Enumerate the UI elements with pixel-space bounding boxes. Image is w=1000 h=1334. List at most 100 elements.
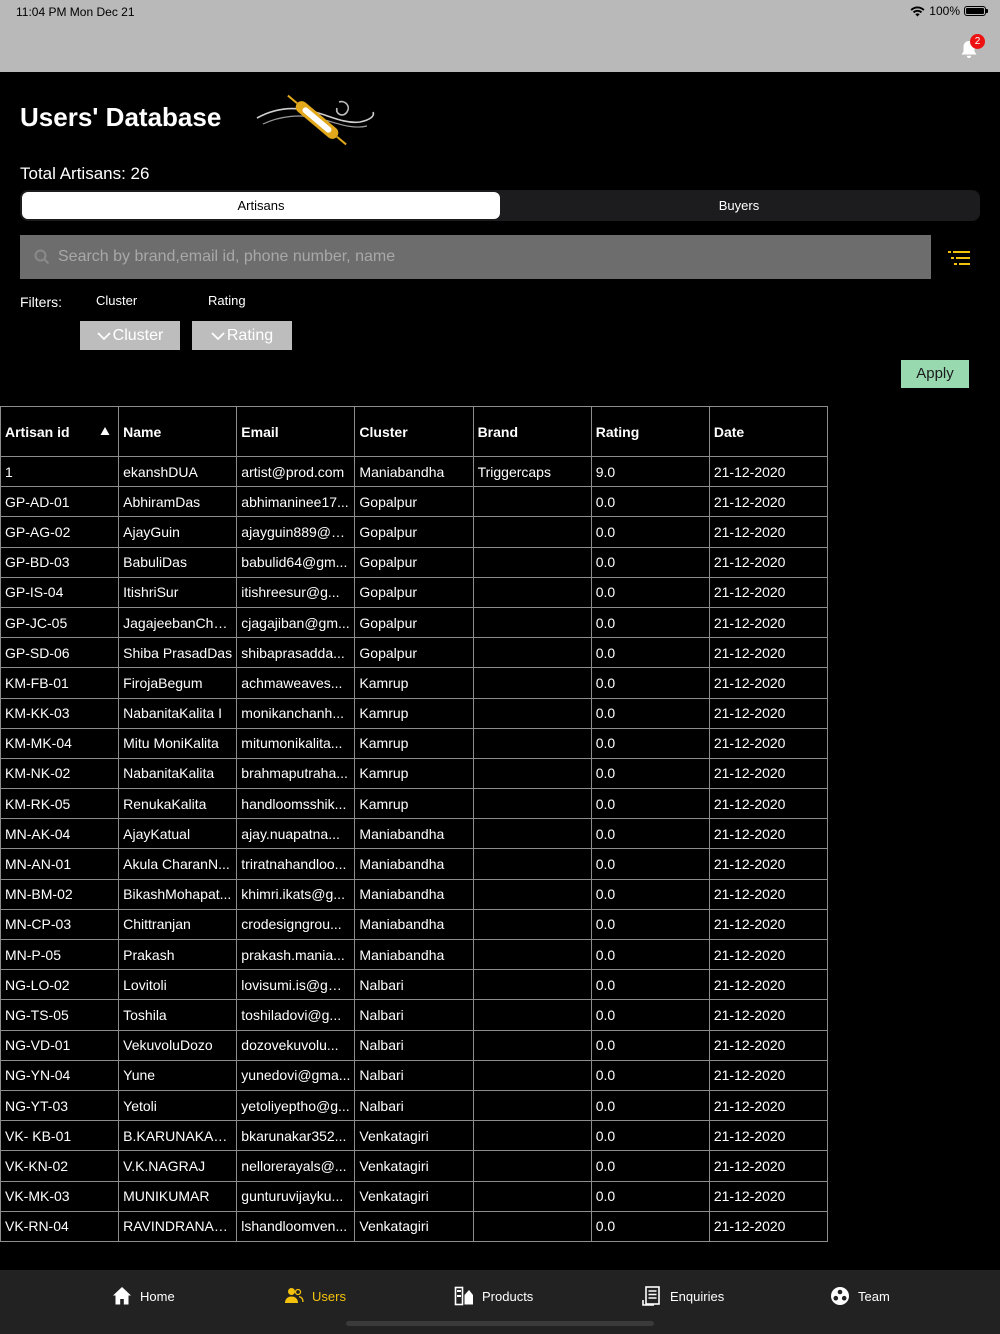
filter-list-icon[interactable] (948, 250, 970, 266)
cell-email: brahmaputraha... (236, 757, 356, 790)
cell-artisan-id: MN-AK-04 (0, 818, 120, 850)
table-row[interactable]: NG-LO-02 Lovitoli lovisumi.is@gm... Nalbari… (0, 969, 829, 1001)
tab-enquiries[interactable]: Enquiries (642, 1286, 724, 1306)
cell-rating: 9.0 (590, 455, 710, 488)
cell-email: dozovekuvolu... (236, 1029, 356, 1061)
cell-name: Shiba PrasadDas (118, 637, 238, 669)
table-row[interactable]: GP-SD-06 Shiba PrasadDas shibaprasadda... G… (0, 637, 829, 669)
rating-dropdown-value: Rating (226, 327, 274, 344)
cell-date: 21-12-2020 (708, 455, 829, 488)
table-row[interactable]: MN-CP-03 Chittranjan crodesigngrou... Mania… (0, 908, 829, 941)
shuttle-logo-icon (256, 94, 375, 146)
column-header-artisan-id[interactable]: Artisan id (0, 406, 120, 457)
table-row[interactable]: NG-YT-03 Yetoli yetoliyeptho@g... Nalbari 0.… (0, 1089, 829, 1122)
table-header-row: Artisan id Name Email Cluster Brand Rati… (0, 406, 829, 457)
table-row[interactable]: MN-P-05 Prakash prakash.mania... Maniabandh… (0, 938, 829, 971)
cell-name: Yetoli (118, 1089, 238, 1122)
table-row[interactable]: VK-KN-02 V.K.NAGRAJ nellorerayals@... Venka… (0, 1150, 829, 1182)
tab-label: Enquiries (670, 1288, 725, 1304)
rating-dropdown[interactable]: Rating (192, 321, 292, 350)
battery-percent: 100% (929, 4, 960, 18)
cell-rating: 0.0 (590, 1029, 710, 1061)
column-header-name[interactable]: Name (118, 406, 238, 457)
tab-artisans[interactable]: Artisans (22, 192, 500, 219)
table-row[interactable]: VK-MK-03 MUNIKUMAR gunturuvijayku... Venkat… (0, 1180, 829, 1212)
cell-date: 21-12-2020 (708, 788, 829, 820)
table-row[interactable]: KM-FB-01 FirojaBegum achmaweaves... Kamrup 0… (0, 667, 829, 699)
cell-email: crodesigngrou... (236, 908, 356, 941)
cell-artisan-id: KM-MK-04 (0, 727, 120, 759)
table-row[interactable]: NG-VD-01 VekuvoluDozo dozovekuvolu... Nalb… (0, 1029, 829, 1061)
apply-button[interactable]: Apply (901, 360, 969, 388)
cell-cluster: Kamrup (354, 788, 474, 820)
column-header-brand[interactable]: Brand (472, 406, 592, 457)
cell-email: shibaprasadda... (236, 637, 356, 669)
table-row[interactable]: GP-JC-05 JagajeebanCha... cjagajiban@gm...… (0, 606, 829, 639)
table-row[interactable]: KM-MK-04 Mitu MoniKalita mitumonikalita...… (0, 727, 829, 759)
cell-name: ItishriSur (118, 576, 238, 608)
table-row[interactable]: GP-AD-01 AbhiramDas abhimaninee17... Gopalp… (0, 486, 829, 518)
tab-products[interactable]: Products (454, 1286, 533, 1306)
cell-brand (472, 667, 592, 699)
cell-date: 21-12-2020 (708, 1059, 829, 1091)
cell-date: 21-12-2020 (708, 606, 829, 639)
cell-artisan-id: MN-AN-01 (0, 848, 120, 880)
table-row[interactable]: GP-BD-03 BabuliDas babulid64@gm... Gopalpur… (0, 546, 829, 578)
cell-brand (472, 576, 592, 608)
column-header-label: Brand (477, 423, 519, 440)
table-row[interactable]: MN-BM-02 BikashMohapat... khimri.ikats@g..… (0, 878, 829, 910)
table-body: 1 ekanshDUA artist@prod.com Maniabandha Trig… (0, 455, 829, 1242)
table-row[interactable]: GP-IS-04 ItishriSur itishreesur@g... Gopalp… (0, 576, 829, 608)
cell-name: Lovitoli (118, 969, 238, 1001)
table-row[interactable]: KM-KK-03 NabanitaKalita Imonikanchanh... K… (0, 697, 829, 729)
table-row[interactable]: MN-AN-01 Akula CharanN... triratnahandloo.… (0, 848, 829, 880)
cell-artisan-id: NG-TS-05 (0, 999, 120, 1031)
table-row[interactable]: NG-TS-05 Toshila toshiladovi@g... Nalbari 0.… (0, 999, 829, 1031)
users-icon (285, 1288, 304, 1303)
cell-cluster: Nalbari (354, 1059, 474, 1091)
cell-artisan-id: GP-AG-02 (0, 516, 120, 548)
chevron-down-icon (97, 331, 111, 340)
total-artisans-count: Total Artisans: 26 (20, 164, 150, 183)
cell-email: khimri.ikats@g... (236, 878, 356, 910)
table-row[interactable]: NG-YN-04 Yune yunedovi@gma... Nalbari 0.0 21-… (0, 1059, 829, 1091)
cell-artisan-id: NG-VD-01 (0, 1029, 120, 1061)
column-header-date[interactable]: Date (708, 406, 829, 457)
column-header-cluster[interactable]: Cluster (354, 406, 474, 457)
table-row[interactable]: KM-NK-02 NabanitaKalita brahmaputraha... Ka… (0, 757, 829, 790)
cluster-dropdown[interactable]: Cluster (80, 321, 180, 350)
cell-name: BikashMohapat... (118, 878, 238, 910)
cell-artisan-id: MN-P-05 (0, 938, 120, 971)
cell-name: MUNIKUMAR (118, 1180, 238, 1212)
cell-brand (472, 878, 592, 910)
cell-brand (472, 999, 592, 1031)
table-row[interactable]: VK-RN-04 RAVINDRANALLI lshandloomven... Ven… (0, 1210, 829, 1242)
cell-name: JagajeebanCha... (118, 606, 238, 639)
tab-users[interactable]: Users (284, 1286, 346, 1306)
cell-rating: 0.0 (590, 818, 710, 850)
cell-brand (472, 1210, 592, 1242)
table-row[interactable]: VK- KB-01 B.KARUNAKAR... bkarunakar352... V… (0, 1120, 829, 1152)
cell-email: mitumonikalita... (236, 727, 356, 759)
cell-cluster: Venkatagiri (354, 1180, 474, 1212)
column-header-rating[interactable]: Rating (590, 406, 710, 457)
cell-date: 21-12-2020 (708, 848, 829, 880)
cell-artisan-id: NG-LO-02 (0, 969, 120, 1001)
tab-buyers[interactable]: Buyers (500, 192, 978, 219)
cell-rating: 0.0 (590, 727, 710, 759)
cell-rating: 0.0 (590, 1120, 710, 1152)
column-header-email[interactable]: Email (236, 406, 356, 457)
cell-date: 21-12-2020 (708, 1210, 829, 1242)
table-row[interactable]: KM-RK-05 RenukaKalita handloomsshik... Kamr… (0, 788, 829, 820)
products-icon (454, 1286, 473, 1306)
tab-home[interactable]: Home (112, 1286, 175, 1306)
tab-team[interactable]: Team (830, 1286, 890, 1306)
search-input[interactable] (56, 247, 931, 267)
cell-brand (472, 1029, 592, 1061)
cell-email: lshandloomven... (236, 1210, 356, 1242)
table-row[interactable]: 1 ekanshDUA artist@prod.com Maniabandha Trig… (0, 455, 829, 488)
table-row[interactable]: GP-AG-02 AjayGuin ajayguin889@g... Gopalpur… (0, 516, 829, 548)
cell-rating: 0.0 (590, 576, 710, 608)
table-row[interactable]: MN-AK-04 AjayKatual ajay.nuapatna... Maniab… (0, 818, 829, 850)
cell-cluster: Maniabandha (354, 848, 474, 880)
